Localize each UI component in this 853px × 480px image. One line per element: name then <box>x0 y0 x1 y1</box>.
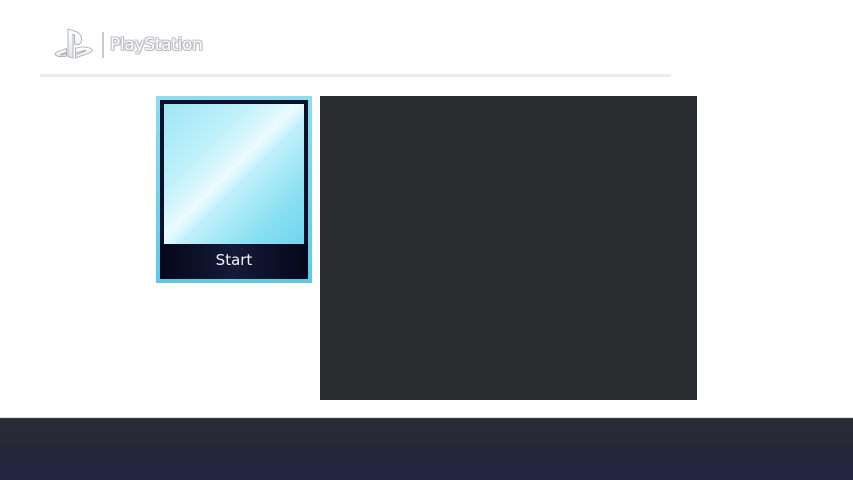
start-tile[interactable]: Start <box>160 100 308 279</box>
tile-artwork <box>164 104 304 244</box>
playstation-wordmark: PlayStation <box>110 35 203 55</box>
tile-label: Start <box>160 244 308 279</box>
app-screen: PlayStation Start <box>0 0 853 480</box>
playstation-logo-icon <box>54 28 93 59</box>
preview-panel <box>320 96 697 400</box>
selected-tile-highlight: Start <box>156 96 312 283</box>
playstation-logo: PlayStation <box>52 27 203 63</box>
bottom-bar <box>0 417 853 480</box>
header-divider <box>40 74 671 77</box>
logo-divider <box>102 32 104 58</box>
